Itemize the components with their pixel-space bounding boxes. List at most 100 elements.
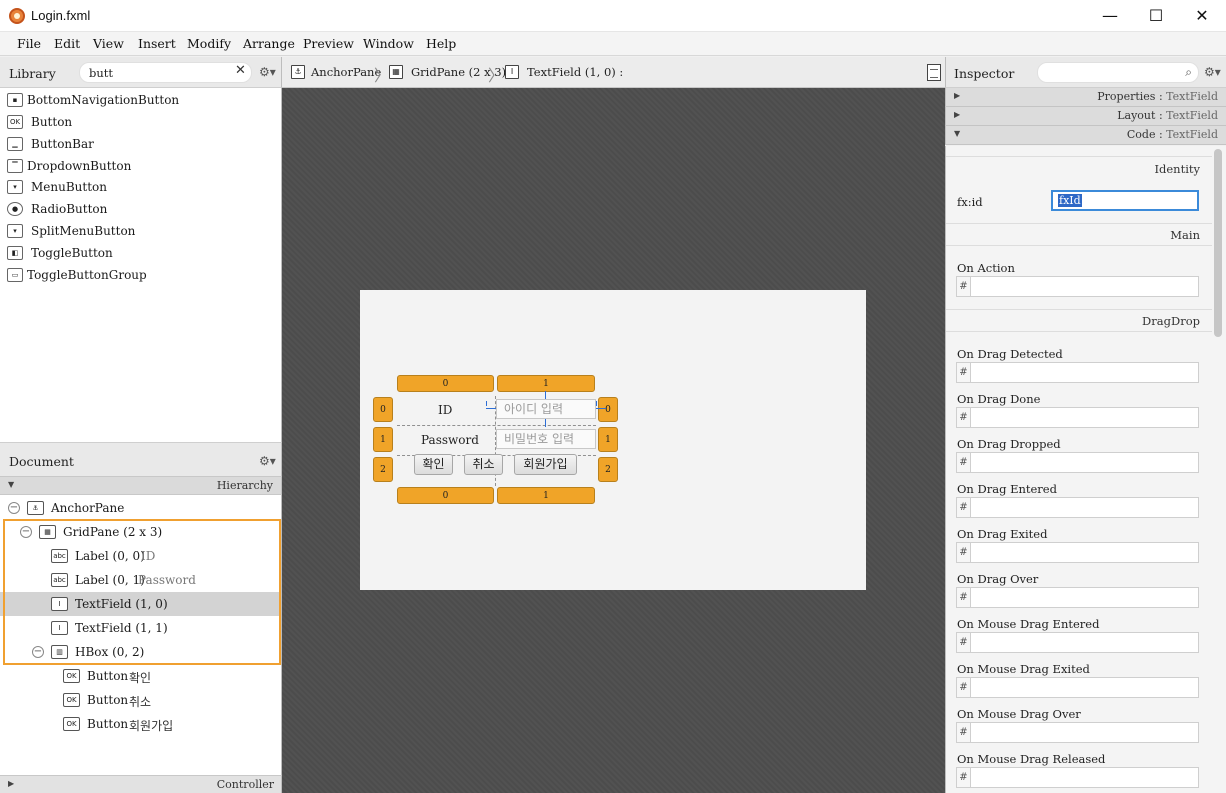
on-drag-done-label: On Drag Done [957,392,1041,406]
tree-item-button-confirm[interactable]: OK Button 확인 [0,664,281,688]
tree-item-button-cancel[interactable]: OK Button 취소 [0,688,281,712]
menu-modify[interactable]: Modify [187,36,231,51]
menu-view[interactable]: View [93,36,124,51]
section-subtitle: TextField [1166,128,1218,141]
library-item-bottom-navigation-button[interactable]: ▪ BottomNavigationButton [0,89,281,111]
document-gear-icon[interactable]: ⚙▾ [259,454,276,468]
confirm-button[interactable]: 확인 [414,454,453,475]
properties-section[interactable]: ▶ Properties : TextField [945,88,1226,107]
anchor-pane-stage[interactable]: 0 1 0 1 0 1 2 0 1 2 ID Password 아이디 입력 비… [360,290,866,590]
on-drag-detected-input[interactable]: # [956,362,1199,383]
on-drag-done-input[interactable]: # [956,407,1199,428]
password-text-field[interactable]: 비밀번호 입력 [496,429,596,449]
hbox-icon: ▥ [51,645,68,659]
section-title: Code [1126,128,1156,141]
password-label[interactable]: Password [421,433,479,447]
on-drag-over-input[interactable]: # [956,587,1199,608]
inspector-scrollbar[interactable] [1214,149,1222,337]
on-drag-exited-input[interactable]: # [956,542,1199,563]
library-item-radio-button[interactable]: ● RadioButton [0,198,281,220]
cancel-button[interactable]: 취소 [464,454,503,475]
on-mouse-drag-exited-input[interactable]: # [956,677,1199,698]
tree-item-button-signup[interactable]: OK Button 회원가입 [0,712,281,736]
controller-section-header[interactable]: ▶ Controller [0,775,282,793]
library-item-toggle-button[interactable]: ◧ ToggleButton [0,242,281,264]
menu-insert[interactable]: Insert [138,36,176,51]
button-icon: OK [7,115,23,129]
library-item-button-bar[interactable]: ▁ ButtonBar [0,133,281,155]
library-search-input[interactable]: butt ✕ [79,62,252,83]
tree-item-label-password[interactable]: abc Label (0, 1) Password [0,568,281,592]
document-icon[interactable] [927,64,941,81]
menu-edit[interactable]: Edit [54,36,80,51]
tree-item-text-field-password[interactable]: I TextField (1, 1) [0,616,281,640]
collapse-icon[interactable]: − [32,646,44,658]
section-subtitle: TextField [1166,109,1218,122]
group-divider [946,331,1212,332]
collapse-icon[interactable]: − [20,526,32,538]
column-1-handle-bottom[interactable]: 1 [497,487,595,504]
id-text-field[interactable]: 아이디 입력 [496,399,596,419]
on-mouse-drag-entered-input[interactable]: # [956,632,1199,653]
menu-preview[interactable]: Preview [303,36,354,51]
library-item-menu-button[interactable]: ▾ MenuButton [0,176,281,198]
on-drag-dropped-input[interactable]: # [956,452,1199,473]
hierarchy-label: Hierarchy [216,479,273,492]
tree-item-label: Label (0, 1) [75,573,145,587]
tree-item-text-field-id[interactable]: I TextField (1, 0) [0,592,281,616]
library-gear-icon[interactable]: ⚙▾ [259,65,276,79]
grid-line [397,425,596,426]
selection-handle [545,391,546,399]
on-action-input[interactable]: # [956,276,1199,297]
menu-help[interactable]: Help [426,36,456,51]
hierarchy-section-header[interactable]: ▼ Hierarchy [0,476,282,495]
row-0-handle[interactable]: 0 [373,397,393,422]
maximize-button[interactable]: ☐ [1133,0,1179,32]
tree-item-label: TextField (1, 1) [75,621,168,635]
content-canvas[interactable]: 0 1 0 1 0 1 2 0 1 2 ID Password 아이디 입력 비… [282,88,945,793]
library-item-dropdown-button[interactable]: ▔ DropdownButton [0,155,281,177]
tree-item-label: TextField (1, 0) [75,597,168,611]
on-mouse-drag-released-input[interactable]: # [956,767,1199,788]
collapse-arrow-icon: ▼ [954,129,961,138]
library-item-toggle-button-group[interactable]: ▭ ToggleButtonGroup [0,264,281,286]
column-0-handle[interactable]: 0 [397,375,494,392]
inspector-gear-icon[interactable]: ⚙▾ [1204,65,1221,79]
tree-item-label-id[interactable]: abc Label (0, 0) ID [0,544,281,568]
tree-item-grid-pane[interactable]: − ▦ GridPane (2 x 3) [0,520,281,544]
fxid-input[interactable]: fxId [1051,190,1199,211]
minimize-button[interactable]: — [1087,0,1133,32]
library-item-split-menu-button[interactable]: ▾ SplitMenuButton [0,220,281,242]
window-title: Login.fxml [31,8,91,23]
id-label[interactable]: ID [438,403,452,417]
row-1-handle-right[interactable]: 1 [598,427,618,452]
library-search-value: butt [89,66,114,80]
menu-file[interactable]: File [17,36,41,51]
clear-search-icon[interactable]: ✕ [235,63,246,78]
row-1-handle[interactable]: 1 [373,427,393,452]
tree-item-hbox[interactable]: − ▥ HBox (0, 2) [0,640,281,664]
hash-prefix: # [957,723,971,742]
on-drag-entered-input[interactable]: # [956,497,1199,518]
menu-arrange[interactable]: Arrange [243,36,295,51]
on-mouse-drag-exited-label: On Mouse Drag Exited [957,662,1090,676]
close-button[interactable]: ✕ [1179,0,1225,32]
menu-window[interactable]: Window [363,36,414,51]
code-section[interactable]: ▼ Code : TextField [945,126,1226,145]
tree-item-anchor-pane[interactable]: − ⚓ AnchorPane [0,496,281,520]
inspector-title: Inspector [954,66,1015,81]
library-item-button[interactable]: OK Button [0,111,281,133]
tree-item-sublabel: Password [138,573,196,587]
on-mouse-drag-over-input[interactable]: # [956,722,1199,743]
row-0-handle-right[interactable]: 0 [598,397,618,422]
row-2-handle[interactable]: 2 [373,457,393,482]
layout-section[interactable]: ▶ Layout : TextField [945,107,1226,126]
column-0-handle-bottom[interactable]: 0 [397,487,494,504]
library-title: Library [9,66,56,81]
tree-item-label: Button [87,717,129,731]
column-1-handle[interactable]: 1 [497,375,595,392]
row-2-handle-right[interactable]: 2 [598,457,618,482]
signup-button[interactable]: 회원가입 [514,454,577,475]
collapse-icon[interactable]: − [8,502,20,514]
inspector-search-input[interactable]: ⌕ [1037,62,1199,83]
